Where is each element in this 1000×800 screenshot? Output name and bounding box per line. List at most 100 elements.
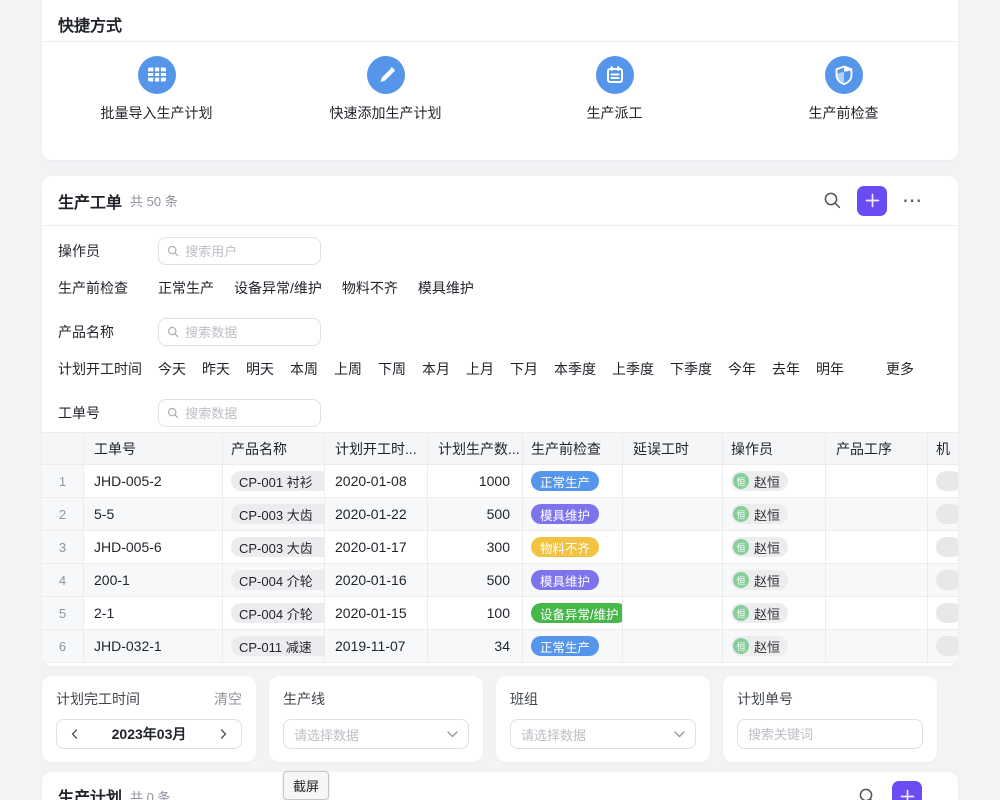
product-cell: CP-003 大齿 [223,531,325,563]
shortcut-batch-import[interactable]: 批量导入生产计划 [42,42,271,159]
column-header[interactable]: 机 [928,433,958,464]
shortcut-quick-add[interactable]: 快速添加生产计划 [271,42,500,159]
date-option[interactable]: 去年 [772,359,800,379]
search-icon[interactable] [823,191,842,210]
date-option[interactable]: 上周 [334,359,362,379]
date-option[interactable]: 下月 [510,359,538,379]
status-badge: 物料不齐 [531,537,599,557]
row-index: 2 [42,498,84,530]
column-header[interactable]: 计划生产数... [428,433,523,464]
precheck-cell: 模具维护 [523,564,623,596]
production-plan-card: 生产计划 共 0 条 [42,772,958,800]
filter-label: 产品名称 [58,322,158,342]
date-option[interactable]: 下季度 [670,359,712,379]
clipped-tag [936,570,958,590]
avatar: 恒 [733,572,749,588]
precheck-option[interactable]: 物料不齐 [342,278,398,298]
clear-button[interactable]: 清空 [214,689,242,709]
date-option[interactable]: 本季度 [554,359,596,379]
work-orders-title: 生产工单 [58,189,122,213]
start-date-cell: 2020-01-15 [325,597,428,629]
date-option[interactable]: 今天 [158,359,186,379]
precheck-option[interactable]: 设备异常/维护 [234,278,322,298]
screenshot-button[interactable]: 截屏 [283,771,329,800]
order-no-cell: JHD-032-1 [84,630,223,662]
chevron-right-icon[interactable] [217,728,229,740]
delay-cell [623,498,723,530]
table-row[interactable]: 6 JHD-032-1 CP-011 减速 2019-11-07 34 正常生产… [42,630,958,663]
precheck-cell: 设备异常/维护 [523,597,623,629]
column-header[interactable]: 计划开工时... [325,433,428,464]
clipped-cell [928,465,958,497]
operator-cell: 恒赵恒 [723,597,826,629]
more-dates-link[interactable]: 更多 [886,359,914,379]
table-row[interactable]: 5 2-1 CP-004 介轮 2020-01-15 100 设备异常/维护 恒… [42,597,958,630]
operator-name: 赵恒 [754,604,780,623]
header-actions: ⋯ [823,186,922,216]
precheck-option[interactable]: 模具维护 [418,278,474,298]
operator-name: 赵恒 [754,472,780,491]
shortcut-label: 生产派工 [587,103,643,123]
select-placeholder: 请选择数据 [294,725,447,744]
column-header[interactable]: 生产前检查 [523,433,623,464]
table-row[interactable]: 3 JHD-005-6 CP-003 大齿 2020-01-17 300 物料不… [42,531,958,564]
table-row[interactable]: 2 5-5 CP-003 大齿 2020-01-22 500 模具维护 恒赵恒 [42,498,958,531]
clipped-tag [936,471,958,491]
table-row[interactable]: 4 200-1 CP-004 介轮 2020-01-16 500 模具维护 恒赵… [42,564,958,597]
clipped-cell [928,564,958,596]
operator-search-input[interactable] [185,244,312,259]
chevron-left-icon[interactable] [69,728,81,740]
date-option[interactable]: 本月 [422,359,450,379]
team-select[interactable]: 请选择数据 [510,719,696,749]
process-cell [826,630,928,662]
status-badge: 设备异常/维护 [531,603,623,623]
date-option[interactable]: 上月 [466,359,494,379]
avatar: 恒 [733,539,749,555]
ellipsis-icon[interactable]: ⋯ [902,191,922,211]
table-row[interactable]: 1 JHD-005-2 CP-001 衬衫 2020-01-08 1000 正常… [42,465,958,498]
date-option[interactable]: 本周 [290,359,318,379]
date-option[interactable]: 今年 [728,359,756,379]
row-index: 6 [42,630,84,662]
operator-cell: 恒赵恒 [723,465,826,497]
start-date-cell: 2020-01-08 [325,465,428,497]
operator-cell: 恒赵恒 [723,498,826,530]
product-cell: CP-004 介轮 [223,564,325,596]
operator-tag: 恒赵恒 [731,570,788,590]
qty-cell: 500 [428,564,523,596]
precheck-option[interactable]: 正常生产 [158,278,214,298]
date-option[interactable]: 昨天 [202,359,230,379]
product-tag: CP-003 大齿 [231,504,325,524]
precheck-options: 正常生产 设备异常/维护 物料不齐 模具维护 [158,278,474,298]
product-cell: CP-003 大齿 [223,498,325,530]
date-option[interactable]: 明年 [816,359,844,379]
date-option[interactable]: 明天 [246,359,274,379]
date-option[interactable]: 下周 [378,359,406,379]
order-no-cell: JHD-005-6 [84,531,223,563]
operator-tag: 恒赵恒 [731,603,788,623]
precheck-cell: 正常生产 [523,465,623,497]
column-header[interactable]: 产品工序 [826,433,928,464]
column-header[interactable]: 延误工时 [623,433,723,464]
production-line-label: 生产线 [283,689,325,709]
shortcut-precheck[interactable]: 生产前检查 [729,42,958,159]
column-header[interactable]: 产品名称 [223,433,325,464]
add-record-button[interactable] [892,781,922,800]
plan-no-search-box [737,719,923,749]
product-search-input[interactable] [185,325,312,340]
order-no-search-input[interactable] [185,406,312,421]
operator-name: 赵恒 [754,505,780,524]
plan-no-input[interactable] [748,727,912,742]
date-option[interactable]: 上季度 [612,359,654,379]
clipped-tag [936,603,958,623]
production-line-select[interactable]: 请选择数据 [283,719,469,749]
column-header[interactable]: 操作员 [723,433,826,464]
precheck-cell: 物料不齐 [523,531,623,563]
column-header[interactable]: 工单号 [84,433,223,464]
operator-search-box [158,237,321,265]
shortcut-dispatch[interactable]: 生产派工 [500,42,729,159]
search-icon[interactable] [858,787,877,800]
add-record-button[interactable] [857,186,887,216]
clipped-cell [928,531,958,563]
delay-cell [623,465,723,497]
